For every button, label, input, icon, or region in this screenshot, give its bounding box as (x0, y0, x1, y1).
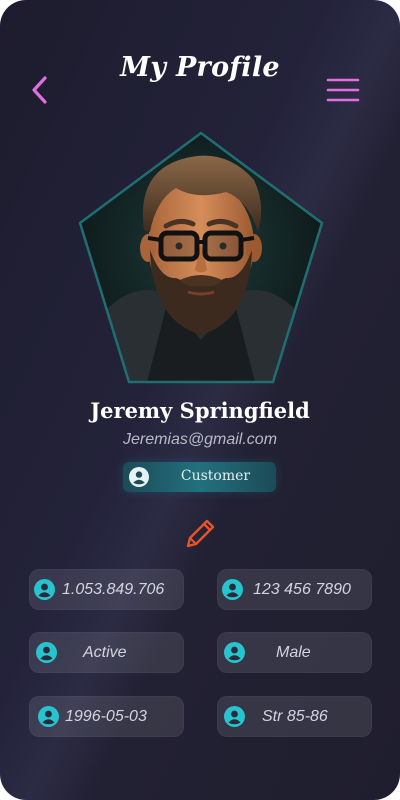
detail-status-value: Active (83, 644, 127, 661)
avatar (78, 131, 324, 384)
user-circle-icon (129, 467, 149, 487)
detail-address: Str 85-86 (217, 696, 372, 737)
profile-screen: My Profile Jeremy Springfield Jeremias@g… (0, 0, 400, 800)
detail-status: Active (29, 632, 184, 673)
user-email: Jeremias@gmail.com (122, 431, 278, 448)
detail-birthdate-value: 1996-05-03 (65, 708, 147, 725)
edit-profile-button[interactable] (180, 514, 220, 554)
detail-phone-value: 123 456 7890 (253, 581, 351, 598)
menu-button[interactable] (322, 74, 364, 106)
user-circle-icon (34, 579, 55, 600)
role-label: Customer (180, 468, 251, 484)
role-badge: Customer (123, 462, 276, 492)
detail-gender: Male (217, 632, 372, 673)
user-circle-icon (224, 642, 245, 663)
user-circle-icon (38, 706, 59, 727)
detail-birthdate: 1996-05-03 (29, 696, 184, 737)
detail-id-value: 1.053.849.706 (62, 581, 165, 598)
detail-id: 1.053.849.706 (29, 569, 184, 610)
user-circle-icon (224, 706, 245, 727)
user-circle-icon (36, 642, 57, 663)
detail-gender-value: Male (276, 644, 311, 661)
user-circle-icon (222, 579, 243, 600)
detail-address-value: Str 85-86 (262, 708, 328, 725)
detail-phone: 123 456 7890 (217, 569, 372, 610)
user-name: Jeremy Springfield (90, 398, 310, 423)
pencil-icon (186, 519, 215, 548)
hamburger-menu-icon (326, 78, 360, 102)
